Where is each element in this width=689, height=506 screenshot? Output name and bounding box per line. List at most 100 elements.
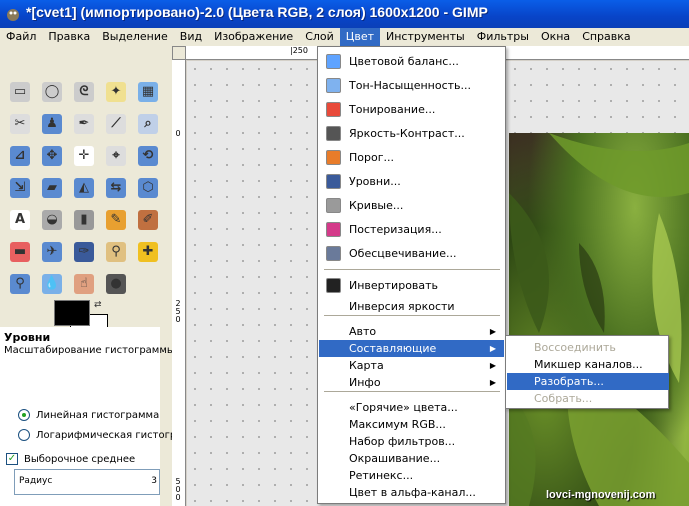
tool-button[interactable]: ✈ <box>39 239 65 265</box>
tool-button[interactable]: ⟲ <box>135 143 161 169</box>
color-menu-item-label: Ретинекс... <box>349 469 414 482</box>
color-menu-item[interactable]: Цветовой баланс... <box>319 53 504 70</box>
tool-button[interactable]: ☝ <box>71 271 97 297</box>
tool-button[interactable]: ✎ <box>103 207 129 233</box>
menu-6[interactable]: Цвет <box>339 28 380 46</box>
menu-9[interactable]: Окна <box>535 28 576 46</box>
color-menu-item[interactable]: Инфо ▶ <box>319 374 504 391</box>
color-menu-item[interactable]: «Горячие» цвета... <box>319 399 504 416</box>
tool-button[interactable]: ✂ <box>7 111 33 137</box>
tool-button[interactable]: ▭ <box>7 79 33 105</box>
brightness-contrast-icon <box>326 126 341 141</box>
color-menu-item[interactable]: Яркость-Контраст... <box>319 125 504 142</box>
crop-icon: ⌖ <box>106 146 126 166</box>
color-menu-item-label: Обесцвечивание... <box>349 247 457 260</box>
swap-colors-icon[interactable]: ⇄ <box>94 300 102 310</box>
radius-slider[interactable]: Радиус 3 <box>14 469 160 495</box>
submenu-arrow-icon: ▶ <box>489 344 496 353</box>
tool-button[interactable]: ▮ <box>71 207 97 233</box>
tool-button[interactable]: ✛ <box>71 143 97 169</box>
tool-button[interactable]: ⚲ <box>103 239 129 265</box>
text-icon: A <box>10 210 30 230</box>
radio-button[interactable] <box>18 429 30 441</box>
measure-icon: ⊿ <box>10 146 30 166</box>
color-menu-item[interactable]: Составляющие ▶ <box>319 340 504 357</box>
menu-1[interactable]: Правка <box>42 28 96 46</box>
color-menu-item[interactable]: Тон-Насыщенность... <box>319 77 504 94</box>
posterize-icon <box>326 222 341 237</box>
components-menu-item[interactable]: Разобрать... <box>507 373 669 390</box>
tool-button[interactable]: ● <box>103 271 129 297</box>
tool-button[interactable]: ᘓ <box>71 79 97 105</box>
sample-average-label: Выборочное среднее <box>24 453 136 465</box>
color-menu-item[interactable]: Набор фильтров... <box>319 433 504 450</box>
components-menu-item: Воссоединить <box>534 341 616 354</box>
v-ruler-label: 500 <box>175 477 181 502</box>
tool-button[interactable]: ✐ <box>135 207 161 233</box>
menu-3[interactable]: Вид <box>174 28 208 46</box>
ruler-corner[interactable] <box>172 46 186 60</box>
tool-button[interactable]: ⬡ <box>135 175 161 201</box>
sample-average-checkbox[interactable]: ✓ Выборочное среднее <box>6 451 135 467</box>
color-menu-item[interactable]: Тонирование... <box>319 101 504 118</box>
color-menu-item[interactable]: Инверсия яркости <box>319 298 504 315</box>
components-menu-item[interactable]: Микшер каналов... <box>507 356 669 373</box>
tool-button[interactable]: ◭ <box>71 175 97 201</box>
color-menu-item[interactable]: Цвет в альфа-канал... <box>319 484 504 501</box>
menu-4[interactable]: Изображение <box>208 28 299 46</box>
perspective-clone-icon: ⚲ <box>10 274 30 294</box>
color-menu-item[interactable]: Инвертировать <box>319 277 504 294</box>
tool-button[interactable]: A <box>7 207 33 233</box>
linear-histogram-radio[interactable]: Линейная гистограмма <box>18 407 159 423</box>
rotate-icon: ⟲ <box>138 146 158 166</box>
menu-10[interactable]: Справка <box>576 28 636 46</box>
color-menu-item[interactable]: Уровни... <box>319 173 504 190</box>
tool-button[interactable]: ⊿ <box>7 143 33 169</box>
radio-button[interactable] <box>18 409 30 421</box>
tool-button[interactable]: ▬ <box>7 239 33 265</box>
tool-button[interactable]: ✒ <box>71 111 97 137</box>
color-menu-item-label: Порог... <box>349 151 394 164</box>
foreground-color-swatch[interactable] <box>54 300 90 326</box>
log-histogram-radio[interactable]: Логарифмическая гистограм <box>18 427 190 443</box>
checkbox[interactable]: ✓ <box>6 453 18 465</box>
tool-button[interactable]: ⟋ <box>103 111 129 137</box>
tool-button[interactable]: ◯ <box>39 79 65 105</box>
menu-7[interactable]: Инструменты <box>380 28 471 46</box>
tool-grid: ▭ ◯ ᘓ ✦ ▦ ✂ ♟ ✒ ⟋ ⌕ ⊿ ✥ ✛ ⌖ ⟲ ⇲ ▰ ◭ ⇆ ⬡ A ◒ ▮ ✎ ✐ ▬ ✈ ✑ ⚲ ✚ ⚲ 💧 ☝ ● <box>4 76 168 300</box>
tool-button[interactable]: ✥ <box>39 143 65 169</box>
tool-button[interactable]: ♟ <box>39 111 65 137</box>
color-menu-item[interactable]: Окрашивание... <box>319 450 504 467</box>
color-menu-item[interactable]: Кривые... <box>319 197 504 214</box>
free-select-icon: ᘓ <box>74 82 94 102</box>
tool-button[interactable]: ⇆ <box>103 175 129 201</box>
tool-button[interactable]: ◒ <box>39 207 65 233</box>
tool-button[interactable]: ✑ <box>71 239 97 265</box>
tool-button[interactable]: 💧 <box>39 271 65 297</box>
color-menu-item[interactable]: Обесцвечивание... <box>319 245 504 262</box>
ellipse-select-icon: ◯ <box>42 82 62 102</box>
heal-icon: ✚ <box>138 242 158 262</box>
color-menu-item[interactable]: Ретинекс... <box>319 467 504 484</box>
tool-button[interactable]: ⚲ <box>7 271 33 297</box>
color-menu-item[interactable]: Авто ▶ <box>319 323 504 340</box>
color-menu-item[interactable]: Максимум RGB... <box>319 416 504 433</box>
color-menu-item[interactable]: Постеризация... <box>319 221 504 238</box>
vertical-ruler[interactable]: 0 250 500 <box>172 60 186 506</box>
menu-2[interactable]: Выделение <box>96 28 174 46</box>
tool-button[interactable]: ✦ <box>103 79 129 105</box>
menu-8[interactable]: Фильтры <box>471 28 535 46</box>
tool-button[interactable]: ✚ <box>135 239 161 265</box>
color-balance-icon <box>326 54 341 69</box>
tool-button[interactable]: ⌕ <box>135 111 161 137</box>
color-menu-item[interactable]: Карта ▶ <box>319 357 504 374</box>
menu-0[interactable]: Файл <box>0 28 42 46</box>
tool-button[interactable]: ▦ <box>135 79 161 105</box>
tool-button[interactable]: ⌖ <box>103 143 129 169</box>
color-menu-item[interactable]: Порог... <box>319 149 504 166</box>
tool-button[interactable]: ▰ <box>39 175 65 201</box>
color-menu-item-label: Яркость-Контраст... <box>349 127 465 140</box>
menu-5[interactable]: Слой <box>299 28 340 46</box>
tool-options-panel: Уровни Масштабирование гистограммы Линей… <box>0 327 190 506</box>
tool-button[interactable]: ⇲ <box>7 175 33 201</box>
